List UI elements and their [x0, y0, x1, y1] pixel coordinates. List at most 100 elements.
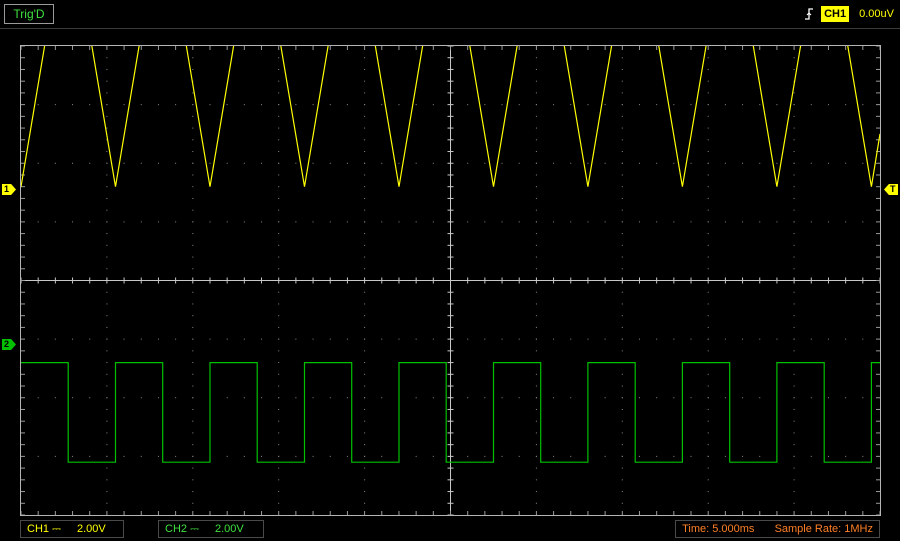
trigger-status-label: Trig'D	[4, 4, 54, 24]
ch1-offset-marker[interactable]: 1	[2, 184, 16, 195]
grid-dot	[518, 338, 520, 340]
grid-dot	[724, 397, 726, 399]
grid-dot	[467, 162, 469, 164]
grid-dot	[793, 467, 795, 469]
grid-dot	[621, 338, 623, 340]
grid-dot	[707, 326, 709, 328]
grid-dot	[621, 315, 623, 317]
timebase-readout[interactable]: Time: 5.000ms Sample Rate: 1MHz	[675, 520, 880, 538]
grid-dot	[707, 115, 709, 117]
grid-dot	[535, 397, 537, 399]
grid-dot	[312, 338, 314, 340]
ch2-scale-readout[interactable]: CH2 ⎓ 2.00V	[158, 520, 264, 538]
grid-dot	[72, 221, 74, 223]
grid-dot	[707, 420, 709, 422]
grid-dot	[707, 80, 709, 82]
grid-dot	[72, 397, 74, 399]
grid-dot	[364, 397, 366, 399]
ch1-scale-readout[interactable]: CH1 ⎓ 2.00V	[20, 520, 124, 538]
grid-dot	[535, 256, 537, 258]
grid-dot	[209, 162, 211, 164]
grid-dot	[621, 139, 623, 141]
grid-dot	[535, 303, 537, 305]
grid-dot	[621, 68, 623, 70]
grid-dot	[776, 104, 778, 106]
grid-dot	[501, 338, 503, 340]
grid-dot	[106, 268, 108, 270]
grid-dot	[346, 455, 348, 457]
grid-dot	[106, 221, 108, 223]
grid-dot	[467, 104, 469, 106]
grid-dot	[106, 385, 108, 387]
grid-dot	[226, 455, 228, 457]
grid-dot	[261, 455, 263, 457]
grid-dot	[570, 104, 572, 106]
grid-dot	[192, 350, 194, 352]
grid-dot	[278, 57, 280, 59]
grid-dot	[175, 104, 177, 106]
grid-dot	[707, 338, 709, 340]
grid-dot	[535, 350, 537, 352]
grid-dot	[72, 338, 74, 340]
grid-dot	[278, 338, 280, 340]
grid-dot	[140, 162, 142, 164]
grid-dot	[621, 115, 623, 117]
grid-dot	[518, 455, 520, 457]
grid-dot	[553, 455, 555, 457]
grid-dot	[484, 104, 486, 106]
grid-dot	[106, 350, 108, 352]
trigger-source-badge[interactable]: CH1	[821, 6, 850, 22]
ch2-offset-marker[interactable]: 2	[2, 339, 16, 350]
grid-dot	[827, 455, 829, 457]
grid-dot	[123, 455, 125, 457]
grid-dot	[364, 104, 366, 106]
scope-display[interactable]	[20, 45, 881, 516]
grid-dot	[793, 385, 795, 387]
grid-dot	[106, 467, 108, 469]
grid-dot	[364, 268, 366, 270]
grid-dot	[707, 186, 709, 188]
grid-dot	[707, 432, 709, 434]
grid-dot	[106, 315, 108, 317]
grid-dot	[312, 162, 314, 164]
grid-dot	[604, 162, 606, 164]
grid-dot	[89, 455, 91, 457]
grid-dot	[501, 455, 503, 457]
trigger-level-marker[interactable]: T	[884, 184, 898, 195]
grid-dot	[535, 115, 537, 117]
grid-dot	[364, 186, 366, 188]
grid-dot	[501, 397, 503, 399]
grid-dot	[364, 233, 366, 235]
grid-dot	[192, 197, 194, 199]
grid-dot	[604, 397, 606, 399]
grid-dot	[793, 326, 795, 328]
grid-dot	[364, 315, 366, 317]
grid-dot	[570, 162, 572, 164]
grid-dot	[621, 197, 623, 199]
grid-dot	[192, 385, 194, 387]
grid-dot	[673, 455, 675, 457]
grid-dot	[106, 303, 108, 305]
grid-dot	[346, 397, 348, 399]
grid-dot	[243, 162, 245, 164]
grid-dot	[484, 221, 486, 223]
grid-dot	[793, 350, 795, 352]
grid-dot	[656, 338, 658, 340]
grid-dot	[278, 291, 280, 293]
grid-dot	[707, 104, 709, 106]
grid-dot	[278, 385, 280, 387]
grid-dot	[535, 385, 537, 387]
grid-dot	[243, 397, 245, 399]
grid-dot	[467, 455, 469, 457]
grid-dot	[261, 104, 263, 106]
grid-dot	[518, 104, 520, 106]
grid-dot	[192, 326, 194, 328]
grid-dot	[827, 162, 829, 164]
grid-dot	[553, 397, 555, 399]
grid-dot	[192, 151, 194, 153]
grid-dot	[707, 444, 709, 446]
grid-dot	[192, 432, 194, 434]
grid-dot	[638, 221, 640, 223]
grid-dot	[673, 397, 675, 399]
grid-dot	[295, 104, 297, 106]
